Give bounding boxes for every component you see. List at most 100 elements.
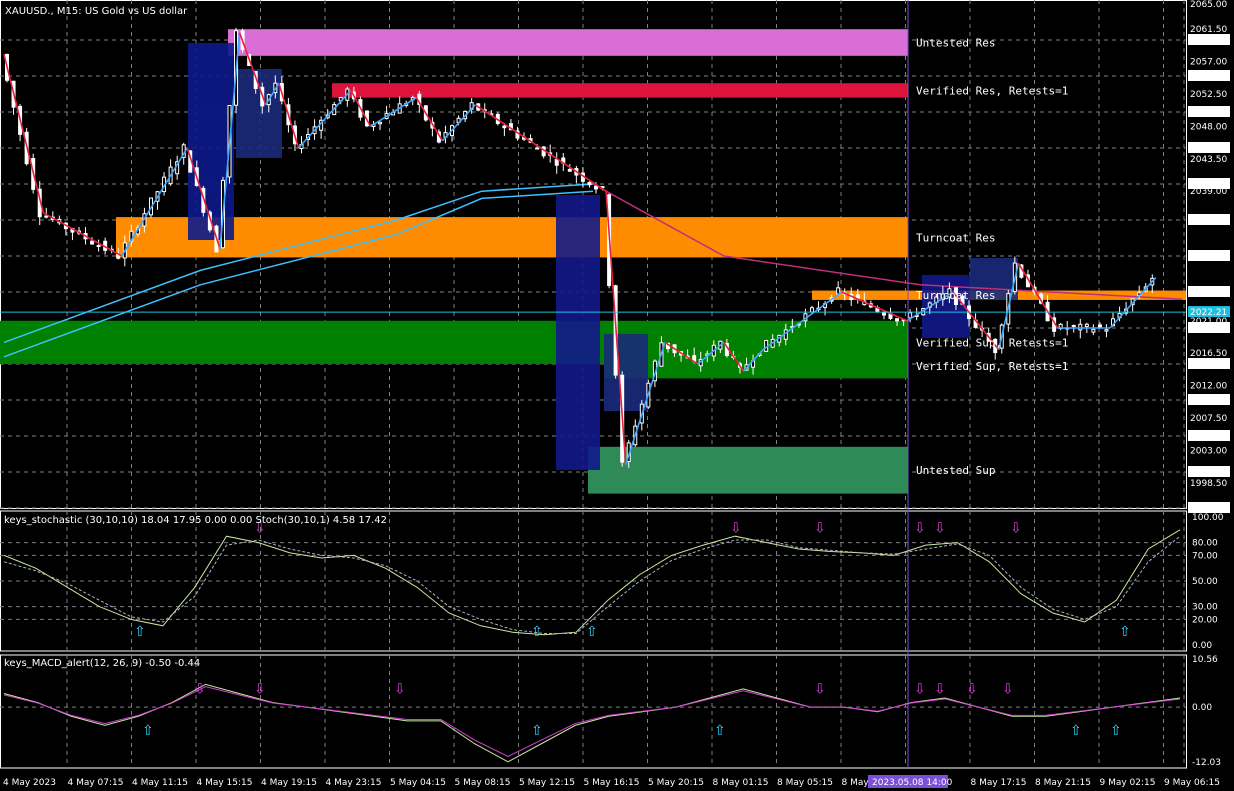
price-tick-label: 2039.00	[1190, 187, 1227, 197]
macd-tick-label: 10.56	[1192, 655, 1218, 665]
time-tick-label: 4 May 19:15	[261, 778, 317, 788]
zone-label: Turncoat Res	[916, 289, 995, 302]
stoch-tick-label: 80.00	[1192, 539, 1218, 549]
price-tick-label: 2020.00	[1190, 324, 1227, 334]
price-tick-label: 2048.00	[1190, 122, 1227, 132]
candle-body	[1071, 324, 1076, 327]
zigzag-segment	[3, 54, 45, 213]
price-tick-label: 2015.00	[1190, 360, 1227, 370]
candle-body	[587, 181, 592, 186]
stoch-tick-label: 0.00	[1192, 641, 1212, 651]
time-tick-label: 9 May 02:15	[1100, 778, 1156, 788]
price-tick-label: 1998.50	[1190, 479, 1227, 489]
time-tick-label: 5 May 16:15	[584, 778, 640, 788]
time-tick-label: 8 May 17:15	[971, 778, 1027, 788]
macd-tick-label: -12.03	[1192, 758, 1221, 768]
time-tick-label: 5 May 12:15	[519, 778, 575, 788]
price-tick-label: 2050.00	[1190, 108, 1227, 118]
stoch-up-arrow-icon: ⇧	[1119, 624, 1131, 640]
price-tick-label: 2043.50	[1190, 155, 1227, 165]
macd-down-arrow-icon: ⇩	[934, 681, 946, 697]
time-tick-label: 4 May 07:15	[68, 778, 124, 788]
zone-6	[588, 446, 908, 494]
macd-down-arrow-icon: ⇩	[394, 681, 406, 697]
macd-up-arrow-icon: ⇧	[531, 723, 543, 739]
time-tick-label: 2023.05.08 14:00	[872, 778, 953, 788]
price-tick-label: 2025.00	[1190, 288, 1227, 298]
stoch-tick-label: 100.00	[1192, 513, 1224, 523]
stochastic-pane: ⇧ ⇧ ⇧ ⇧⇩ ⇩ ⇩ ⇩ ⇩ ⇩	[3, 520, 1181, 640]
candle-body	[594, 185, 598, 190]
ma-line	[3, 183, 594, 344]
session-box	[604, 334, 648, 411]
stoch-tick-label: 70.00	[1192, 551, 1218, 561]
price-tick-label: 2060.00	[1190, 36, 1227, 46]
stoch-up-arrow-icon: ⇧	[134, 624, 146, 640]
time-tick-label: 5 May 20:15	[648, 778, 704, 788]
candle-body	[881, 311, 886, 316]
macd-pane-frame	[0, 654, 1187, 769]
candle-body	[44, 215, 49, 218]
macd-up-arrow-icon: ⇧	[1070, 723, 1082, 739]
price-tick-label: 2065.00	[1190, 0, 1227, 10]
zigzag-segment	[1109, 277, 1157, 329]
zigzag-segment	[441, 104, 476, 142]
trading-chart[interactable]: Untested Res Verified Res, Retests=1 Turnc…	[0, 0, 1234, 791]
time-tick-label: 9 May 06:15	[1164, 778, 1220, 788]
zone-label: Verified Res, Retests=1	[916, 84, 1068, 97]
stoch-down-arrow-icon: ⇩	[1010, 520, 1022, 536]
time-tick-label: 5 May 04:15	[390, 778, 446, 788]
time-tick-label: 5 May 08:15	[455, 778, 511, 788]
candle-body	[378, 121, 383, 125]
macd-down-arrow-icon: ⇩	[254, 681, 266, 697]
zigzag-segment	[42, 212, 123, 257]
stoch-series	[3, 535, 1181, 634]
macd-tick-label: 0.00	[1192, 703, 1212, 713]
time-tick-label: 8 May 01:15	[713, 778, 769, 788]
zone-label: Verified Sup, Retests=1	[916, 336, 1068, 349]
stoch-tick-label: 50.00	[1192, 577, 1218, 587]
macd-down-arrow-icon: ⇩	[1002, 681, 1014, 697]
macd-down-arrow-icon: ⇩	[914, 681, 926, 697]
zone-2	[116, 217, 908, 258]
candle-body	[502, 125, 507, 129]
price-tick-label: 2052.50	[1190, 90, 1227, 100]
time-tick-label: 4 May 11:15	[132, 778, 188, 788]
time-tick-label: 4 May 23:15	[326, 778, 382, 788]
zone-labels: Untested Res Verified Res, Retests=1 Turnc…	[916, 37, 1068, 478]
candle-body	[567, 168, 572, 172]
candle-body	[1097, 324, 1102, 328]
price-tick-label: 2045.00	[1190, 144, 1227, 154]
stoch-down-arrow-icon: ⇩	[730, 520, 742, 536]
candle-body	[895, 318, 900, 322]
stoch-down-arrow-icon: ⇩	[814, 520, 826, 536]
stoch-down-arrow-icon: ⇩	[934, 520, 946, 536]
macd-down-arrow-icon: ⇩	[966, 681, 978, 697]
stochastic-label: keys_stochastic (30,10,10) 18.04 17.95 0…	[4, 515, 387, 526]
candle-body	[1084, 323, 1089, 327]
price-tick-label: 2003.00	[1190, 446, 1227, 456]
time-tick-label: 8 May 05:15	[777, 778, 833, 788]
price-tick-label: 2035.00	[1190, 216, 1227, 226]
macd-down-arrow-icon: ⇩	[194, 681, 206, 697]
price-tick-label: 2010.00	[1190, 396, 1227, 406]
candle-body	[1091, 328, 1096, 333]
session-box	[556, 195, 600, 470]
price-tick-label: 2012.00	[1190, 382, 1227, 392]
stoch-tick-label: 20.00	[1192, 615, 1218, 625]
macd-up-arrow-icon: ⇧	[1110, 723, 1122, 739]
candle-body	[554, 159, 559, 166]
candle-body	[809, 307, 814, 313]
time-tick-label: 8 May 21:15	[1035, 778, 1091, 788]
price-tick-label: 2000.00	[1190, 468, 1227, 478]
candle-body	[908, 312, 913, 319]
price-tick-label: 2005.00	[1190, 432, 1227, 442]
candle-body	[1078, 323, 1083, 331]
zone-label: Turncoat Res	[916, 231, 995, 244]
macd-label: keys_MACD_alert(12, 26, 9) -0.50 -0.44	[4, 658, 200, 669]
zone-label: Untested Res	[916, 37, 995, 50]
price-tick-label: 2007.50	[1190, 414, 1227, 424]
zone-0	[228, 29, 908, 56]
stoch-tick-label: 30.00	[1192, 603, 1218, 613]
time-tick-label: 4 May 15:15	[197, 778, 253, 788]
